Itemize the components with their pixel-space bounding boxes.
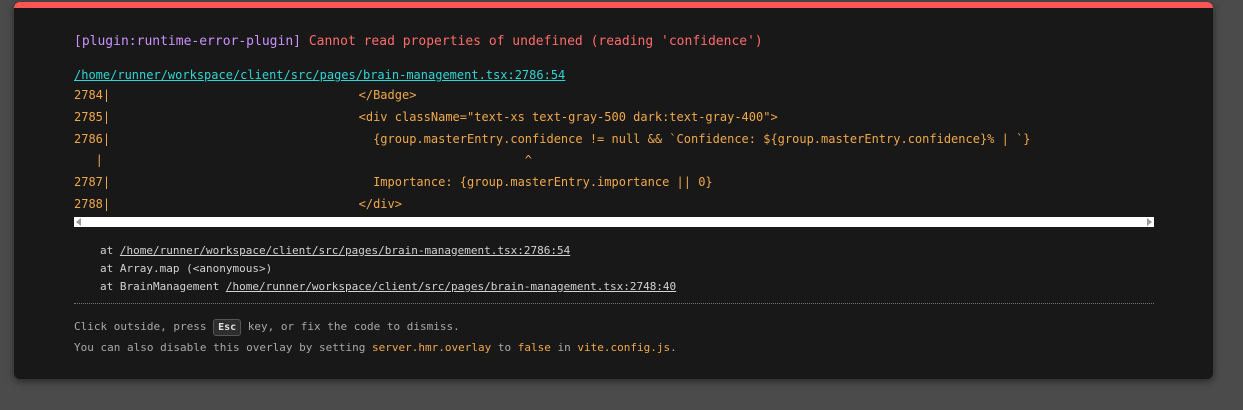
code-line: 2785| <div className="text-xs text-gray-… (74, 107, 1154, 129)
caret-indicator: ^ (113, 153, 533, 168)
line-number: 2786| (74, 131, 111, 146)
tip-line: Click outside, press Esc key, or fix the… (74, 316, 1154, 337)
config-value: false (517, 340, 551, 354)
stack-prefix: at BrainManagement (100, 279, 226, 293)
error-overlay: [plugin:runtime-error-plugin] Cannot rea… (14, 2, 1213, 379)
line-code: Importance: {group.masterEntry.importanc… (113, 175, 713, 190)
code-frame: 2784| </Badge> 2785| <div className="tex… (74, 85, 1154, 216)
tip-text: Click outside, press (74, 319, 214, 333)
line-number: 2788| (74, 196, 111, 211)
line-code: <div className="text-xs text-gray-500 da… (113, 109, 778, 124)
config-key: server.hmr.overlay (372, 340, 492, 354)
tip-line: You can also disable this overlay by set… (74, 337, 1154, 358)
code-line: 2787| Importance: {group.masterEntry.imp… (74, 172, 1154, 194)
horizontal-scrollbar[interactable] (74, 216, 1154, 227)
tip-text: key, or fix the code to dismiss. (241, 319, 460, 333)
overlay-content: [plugin:runtime-error-plugin] Cannot rea… (74, 8, 1154, 358)
stack-line: at BrainManagement /home/runner/workspac… (100, 278, 1154, 296)
tip-text: in (550, 340, 578, 354)
code-line: 2786| {group.masterEntry.confidence != n… (74, 129, 1154, 151)
scroll-left-icon[interactable] (76, 217, 81, 226)
scroll-right-icon[interactable] (1147, 217, 1152, 226)
line-number: 2785| (74, 109, 111, 124)
plugin-name: [plugin:runtime-error-plugin] (74, 34, 301, 49)
tip-text: to (491, 340, 518, 354)
code-line: 2788| </div> (74, 194, 1154, 216)
line-number: | (74, 153, 103, 168)
error-text: Cannot read properties of undefined (rea… (308, 34, 763, 49)
tip-text: . (670, 340, 677, 354)
code-line: 2784| </Badge> (74, 85, 1154, 107)
esc-key: Esc (213, 318, 242, 336)
line-code: {group.masterEntry.confidence != null &&… (113, 131, 1031, 146)
error-message: [plugin:runtime-error-plugin] Cannot rea… (74, 33, 1154, 51)
stack-prefix: at (100, 243, 120, 257)
stack-prefix: at Array.map (<anonymous>) (100, 261, 273, 275)
divider (74, 302, 1154, 304)
code-line-caret: | ^ (74, 150, 1154, 172)
tip-text: You can also disable this overlay by set… (74, 340, 373, 354)
stack-line: at Array.map (<anonymous>) (100, 260, 1154, 278)
stack-file-link[interactable]: /home/runner/workspace/client/src/pages/… (226, 280, 676, 293)
line-number: 2784| (74, 88, 111, 102)
stack-file-link[interactable]: /home/runner/workspace/client/src/pages/… (120, 244, 570, 257)
line-code: </div> (113, 196, 402, 211)
dismiss-tip: Click outside, press Esc key, or fix the… (74, 316, 1154, 358)
error-file-link[interactable]: /home/runner/workspace/client/src/pages/… (74, 67, 565, 83)
line-number: 2787| (74, 175, 111, 190)
line-code: </Badge> (113, 88, 417, 102)
stack-trace: at /home/runner/workspace/client/src/pag… (74, 242, 1154, 296)
config-file: vite.config.js (577, 340, 671, 354)
stack-line: at /home/runner/workspace/client/src/pag… (100, 242, 1154, 260)
